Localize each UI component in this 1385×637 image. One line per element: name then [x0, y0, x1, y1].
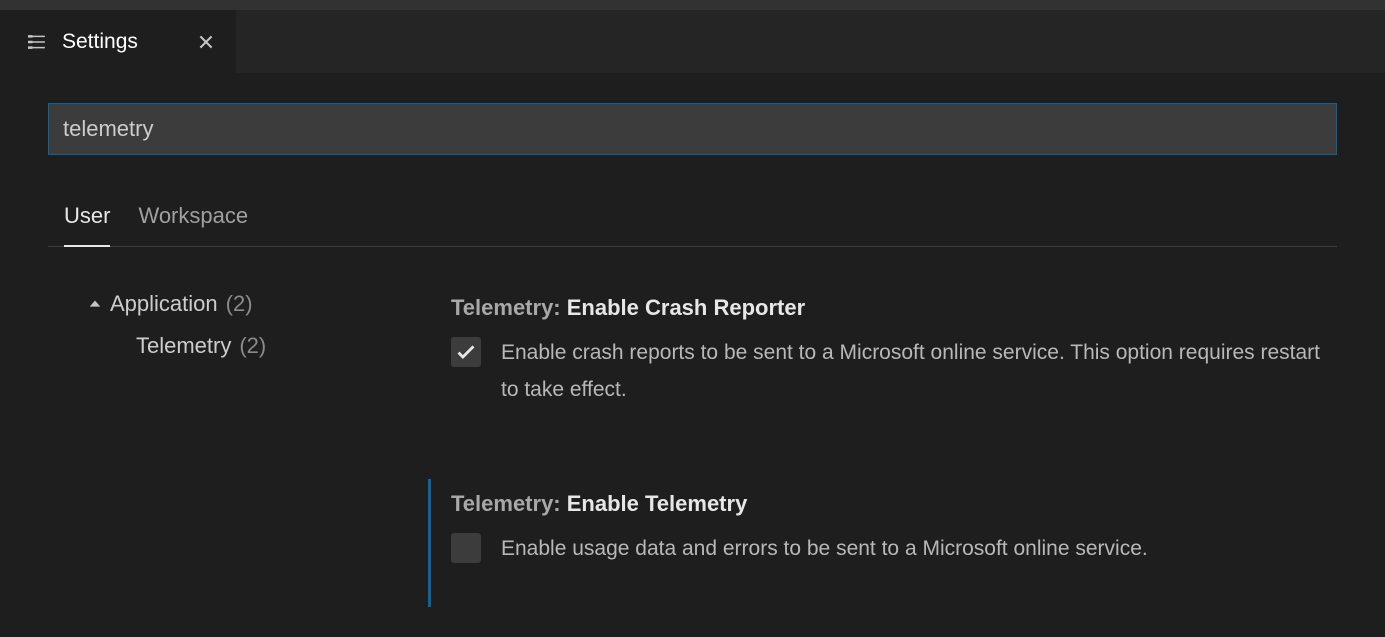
settings-body: Application (2) Telemetry (2) Telemetry:… — [48, 283, 1337, 637]
setting-body: Enable crash reports to be sent to a Mic… — [451, 335, 1337, 409]
tree-item-application[interactable]: Application (2) — [88, 283, 408, 325]
tab-bar: Settings — [0, 10, 1385, 73]
setting-category: Telemetry: — [451, 295, 567, 320]
tree-count: (2) — [239, 333, 266, 359]
tree-label: Application — [110, 291, 218, 317]
setting-title: Telemetry: Enable Crash Reporter — [451, 295, 1337, 321]
tab-user[interactable]: User — [64, 197, 110, 247]
settings-content: User Workspace Application (2) Telemetry… — [0, 73, 1385, 637]
setting-name: Enable Telemetry — [567, 491, 748, 516]
tab-title: Settings — [62, 30, 138, 54]
setting-title: Telemetry: Enable Telemetry — [451, 491, 1337, 517]
settings-tree: Application (2) Telemetry (2) — [48, 283, 408, 637]
title-bar — [0, 0, 1385, 10]
tree-count: (2) — [226, 291, 253, 317]
setting-body: Enable usage data and errors to be sent … — [451, 531, 1337, 568]
settings-list: Telemetry: Enable Crash Reporter Enable … — [408, 283, 1337, 637]
tree-item-telemetry[interactable]: Telemetry (2) — [88, 325, 408, 367]
setting-name: Enable Crash Reporter — [567, 295, 805, 320]
setting-description: Enable crash reports to be sent to a Mic… — [501, 335, 1337, 409]
tree-label: Telemetry — [136, 333, 231, 359]
setting-category: Telemetry: — [451, 491, 567, 516]
checkbox-crash-reporter[interactable] — [451, 337, 481, 367]
setting-description: Enable usage data and errors to be sent … — [501, 531, 1148, 568]
scope-tabs: User Workspace — [48, 197, 1337, 247]
checkbox-enable-telemetry[interactable] — [451, 533, 481, 563]
close-icon[interactable] — [194, 30, 218, 54]
search-input[interactable] — [48, 103, 1337, 155]
chevron-down-icon — [88, 297, 102, 311]
setting-enable-telemetry: Telemetry: Enable Telemetry Enable usage… — [428, 479, 1337, 608]
settings-list-icon — [28, 33, 46, 51]
setting-crash-reporter: Telemetry: Enable Crash Reporter Enable … — [428, 283, 1337, 449]
tab-workspace[interactable]: Workspace — [138, 197, 248, 246]
tab-settings[interactable]: Settings — [0, 10, 236, 73]
